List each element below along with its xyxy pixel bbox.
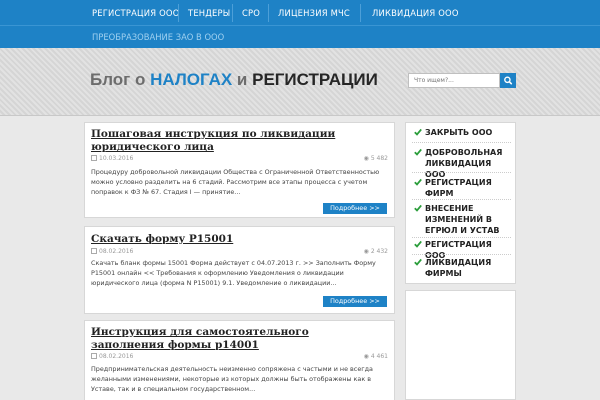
- checkmark-icon: [414, 240, 422, 248]
- nav-item-sro[interactable]: СРО: [242, 0, 260, 26]
- nav-separator: [232, 4, 233, 22]
- post-title[interactable]: Пошаговая инструкция по ликвидации юриди…: [91, 128, 381, 154]
- post-views-text: 2 432: [370, 248, 388, 255]
- read-more-button[interactable]: Подробнее >>: [323, 296, 387, 307]
- post-date-text: 08.02.2016: [99, 248, 134, 255]
- nav-row: Регистрация ООО Тендеры СРО Лицензия МЧС…: [0, 0, 600, 26]
- logo-text-2: НАЛОГАХ: [150, 70, 233, 89]
- eye-icon: ◉: [363, 353, 371, 360]
- post-card: Инструкция для самостоятельного заполнен…: [84, 320, 395, 400]
- divider: [412, 254, 511, 255]
- sidebar-item-close-ooo[interactable]: Закрыть ООО: [414, 127, 514, 138]
- post-date-text: 08.02.2016: [99, 353, 134, 360]
- checkmark-icon: [414, 128, 422, 136]
- post-title[interactable]: Скачать форму Р15001: [91, 233, 381, 246]
- search-form: [408, 73, 516, 88]
- calendar-icon: [91, 248, 97, 254]
- sidebar-item-label: Закрыть ООО: [425, 128, 493, 137]
- checkmark-icon: [414, 178, 422, 186]
- nav-item-tenders[interactable]: Тендеры: [188, 0, 230, 26]
- nav-item-registration-ooo[interactable]: Регистрация ООО: [92, 0, 179, 26]
- post-date: 10.03.2016: [91, 155, 133, 162]
- sidebar-item-label: Внесение изменений в ЕГРЮЛ и Устав: [425, 204, 500, 235]
- search-button[interactable]: [500, 73, 516, 88]
- post-date: 08.02.2016: [91, 353, 133, 360]
- sidebar-item-egrul-changes[interactable]: Внесение изменений в ЕГРЮЛ и Устав: [414, 203, 514, 236]
- post-views: ◉ 2 432: [364, 248, 388, 255]
- post-date-text: 10.03.2016: [99, 155, 134, 162]
- sidebar-item-voluntary-liquidation[interactable]: Добровольная ликвидация ООО: [414, 147, 514, 180]
- divider: [412, 142, 511, 143]
- post-views-text: 5 482: [370, 155, 388, 162]
- sidebar-menu: Закрыть ООО Добровольная ликвидация ООО …: [405, 122, 516, 284]
- post-excerpt: Процедуру добровольной ликвидации Общест…: [91, 168, 380, 196]
- post-views: ◉ 4 461: [364, 353, 388, 360]
- nav-item-transformation[interactable]: Преобразование ЗАО в ООО: [92, 27, 224, 47]
- nav-separator: [178, 4, 179, 22]
- calendar-icon: [91, 155, 97, 161]
- nav-separator: [268, 4, 269, 22]
- divider: [412, 237, 511, 238]
- post-date: 08.02.2016: [91, 248, 133, 255]
- checkmark-icon: [414, 204, 422, 212]
- logo-text-4: РЕГИСТРАЦИИ: [252, 70, 378, 89]
- logo-text-1: Блог о: [90, 70, 151, 89]
- logo-text-3: и: [232, 70, 253, 89]
- sidebar-item-label: Добровольная ликвидация ООО: [425, 148, 503, 179]
- sidebar-item-label: Ликвидация фирмы: [425, 258, 492, 278]
- post-excerpt: Предпринимательская деятельность неизмен…: [91, 365, 373, 393]
- eye-icon: ◉: [363, 248, 371, 255]
- search-icon: [504, 76, 513, 85]
- calendar-icon: [91, 353, 97, 359]
- top-navigation: Регистрация ООО Тендеры СРО Лицензия МЧС…: [0, 0, 600, 48]
- site-logo[interactable]: Блог о НАЛОГАХ и РЕГИСТРАЦИИ: [90, 70, 378, 90]
- post-card: Пошаговая инструкция по ликвидации юриди…: [84, 122, 395, 218]
- divider: [412, 199, 511, 200]
- eye-icon: ◉: [363, 155, 371, 162]
- checkmark-icon: [414, 258, 422, 266]
- post-card: Скачать форму Р15001 08.02.2016 ◉ 2 432 …: [84, 226, 395, 314]
- sidebar-item-firm-registration[interactable]: Регистрация фирм: [414, 177, 514, 199]
- read-more-button[interactable]: Подробнее >>: [323, 203, 387, 214]
- sidebar-item-label: Регистрация фирм: [425, 178, 492, 198]
- nav-item-liquidation-ooo[interactable]: Ликвидация ООО: [372, 0, 459, 26]
- post-title[interactable]: Инструкция для самостоятельного заполнен…: [91, 326, 381, 352]
- sidebar-widget: [405, 290, 516, 400]
- post-views-text: 4 461: [370, 353, 388, 360]
- site-header: Блог о НАЛОГАХ и РЕГИСТРАЦИИ: [0, 48, 600, 116]
- search-input[interactable]: [408, 73, 500, 88]
- post-views: ◉ 5 482: [364, 155, 388, 162]
- post-excerpt: Скачать бланк формы 15001 Форма действуе…: [91, 259, 376, 287]
- sidebar-item-firm-liquidation[interactable]: Ликвидация фирмы: [414, 257, 514, 279]
- checkmark-icon: [414, 148, 422, 156]
- divider: [412, 172, 511, 173]
- nav-item-mchs-license[interactable]: Лицензия МЧС: [278, 0, 350, 26]
- nav-separator: [360, 4, 361, 22]
